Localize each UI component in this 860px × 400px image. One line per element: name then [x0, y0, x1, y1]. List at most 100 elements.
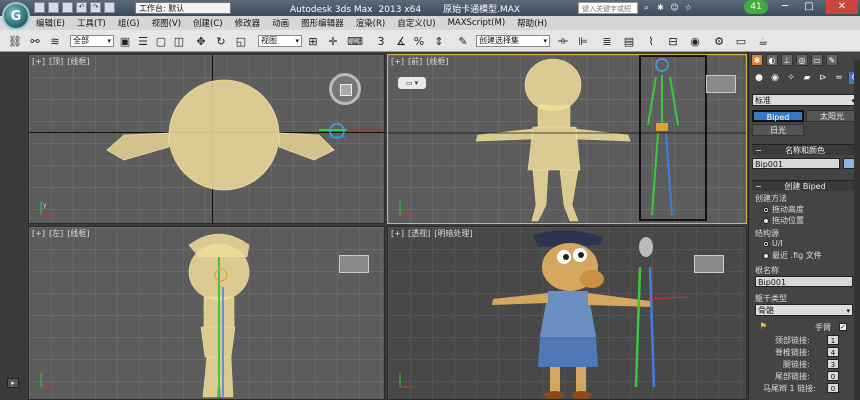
new-file-icon[interactable] — [34, 2, 45, 13]
menu-views[interactable]: 视图(V) — [152, 17, 181, 29]
menu-modifiers[interactable]: 修改器 — [235, 17, 261, 29]
spacewarps-icon[interactable]: ≈ — [833, 72, 845, 84]
body-type-select[interactable]: 骨骼 — [755, 304, 853, 317]
bind-spacewarp-icon[interactable]: ≋ — [48, 34, 62, 48]
layer-manager-icon[interactable]: ≣ — [600, 34, 614, 48]
angle-snap-icon[interactable]: ∡ — [394, 34, 408, 48]
render-production-icon[interactable]: ☕ — [756, 34, 770, 48]
drag-height-radio[interactable]: 拖动高度 — [763, 204, 804, 215]
arms-checkbox[interactable]: ✓ — [839, 323, 847, 331]
infocenter-icon[interactable]: ✱ — [656, 3, 665, 12]
close-button[interactable]: ✕ — [826, 0, 858, 14]
neck-links-input[interactable]: 1 — [827, 335, 839, 345]
character-shaded-model[interactable] — [388, 227, 747, 400]
viewport-label[interactable]: [+] [前] [线框] — [391, 56, 452, 67]
menu-animation[interactable]: 动画 — [272, 17, 289, 29]
maximize-button[interactable]: □ — [798, 0, 820, 14]
viewport-perspective[interactable]: [+] [透视] [明暗处理] — [387, 226, 747, 400]
category-select[interactable]: 标准 — [752, 94, 858, 107]
save-file-icon[interactable] — [62, 2, 73, 13]
create-tab-icon[interactable]: ✱ — [751, 54, 763, 66]
viewport-label[interactable]: [+] [顶] [线框] — [32, 56, 93, 67]
viewcube-icon[interactable] — [329, 73, 361, 105]
rendered-frame-icon[interactable]: ▭ — [734, 34, 748, 48]
viewport-top[interactable]: [+] [顶] [线框] y — [28, 54, 385, 224]
material-editor-icon[interactable]: ◉ — [688, 34, 702, 48]
tail-links-input[interactable]: 0 — [827, 371, 839, 381]
menu-customize[interactable]: 自定义(U) — [397, 17, 435, 29]
viewcube-icon[interactable] — [694, 255, 724, 273]
root-name-field[interactable]: Bip001 — [755, 276, 853, 287]
menu-help[interactable]: 帮助(H) — [517, 17, 547, 29]
cameras-icon[interactable]: ▰ — [801, 72, 813, 84]
daylight-button[interactable]: 日光 — [752, 124, 804, 136]
render-setup-icon[interactable]: ⚙ — [712, 34, 726, 48]
selection-filter-select[interactable]: 全部 — [70, 35, 114, 47]
rect-selection-icon[interactable]: ▢ — [154, 34, 168, 48]
menu-create[interactable]: 创建(C) — [193, 17, 223, 29]
viewport-label[interactable]: [+] [左] [线框] — [32, 228, 93, 239]
viewport-left[interactable]: [+] [左] [线框] — [28, 226, 385, 400]
app-logo-icon[interactable]: G — [2, 2, 30, 30]
redo-icon[interactable]: ↷ — [90, 2, 101, 13]
keyboard-shortcut-icon[interactable]: ⌨ — [347, 34, 363, 48]
viewport-label[interactable]: [+] [透视] [明暗处理] — [391, 228, 476, 239]
menu-group[interactable]: 组(G) — [118, 17, 140, 29]
spinner-snap-icon[interactable]: ⇕ — [432, 34, 446, 48]
display-tab-icon[interactable]: ▭ — [811, 54, 823, 66]
menu-graph-editors[interactable]: 图形编辑器 — [301, 17, 344, 29]
star-icon[interactable]: ☆ — [684, 3, 693, 12]
edit-named-selection-icon[interactable]: ✎ — [456, 34, 470, 48]
graphite-tools-icon[interactable]: ▤ — [622, 34, 636, 48]
search-icon[interactable]: ⌕ — [642, 3, 651, 12]
align-icon[interactable]: ⊫ — [576, 34, 590, 48]
menu-maxscript[interactable]: MAXScript(M) — [448, 18, 506, 28]
viewcube-icon[interactable] — [339, 255, 369, 273]
user-icon[interactable]: ☺ — [670, 3, 679, 12]
object-name-field[interactable]: Bip001 — [752, 158, 840, 169]
search-input[interactable]: 键入关键字或短语 — [578, 2, 638, 25]
sunlight-button[interactable]: 太阳光 — [806, 110, 858, 122]
percent-snap-icon[interactable]: % — [412, 34, 426, 48]
snap-toggle-icon[interactable]: 3 — [374, 34, 388, 48]
lights-icon[interactable]: ✧ — [785, 72, 797, 84]
mirror-icon[interactable]: ⟛ — [556, 34, 570, 48]
hierarchy-tab-icon[interactable]: ⊥ — [781, 54, 793, 66]
ui-radio[interactable]: U/I — [763, 239, 783, 248]
character-wireframe-left[interactable] — [29, 227, 385, 400]
section-create-biped[interactable]: 创建 Biped — [752, 180, 858, 192]
schematic-view-icon[interactable]: ⊟ — [666, 34, 680, 48]
expand-arrow-icon[interactable]: ▸ — [7, 378, 19, 388]
curve-editor-icon[interactable]: ⌇ — [644, 34, 658, 48]
geometry-icon[interactable]: ● — [753, 72, 765, 84]
notification-badge[interactable]: 41 — [744, 0, 768, 14]
helpers-icon[interactable]: ⊳ — [817, 72, 829, 84]
menu-tools[interactable]: 工具(T) — [77, 17, 106, 29]
named-selection-set-select[interactable]: 创建选择集 — [476, 35, 550, 47]
modify-tab-icon[interactable]: ◐ — [766, 54, 778, 66]
menu-rendering[interactable]: 渲染(R) — [356, 17, 386, 29]
viewport-front[interactable]: [+] [前] [线框] ▭ ▾ — [387, 54, 747, 224]
leg-links-input[interactable]: 3 — [827, 359, 839, 369]
link-icon[interactable]: ⛓ — [8, 34, 22, 48]
section-name-color[interactable]: 名称和颜色 — [752, 144, 858, 156]
menu-edit[interactable]: 编辑(E) — [36, 17, 65, 29]
undo-icon[interactable]: ↶ — [76, 2, 87, 13]
select-object-icon[interactable]: ▣ — [118, 34, 132, 48]
window-crossing-icon[interactable]: ◫ — [172, 34, 186, 48]
scale-icon[interactable]: ◱ — [234, 34, 248, 48]
recent-fig-radio[interactable]: 最近 .fig 文件 — [763, 250, 822, 261]
drag-position-radio[interactable]: 拖动位置 — [763, 215, 804, 226]
select-by-name-icon[interactable]: ☰ — [136, 34, 150, 48]
unlink-icon[interactable]: ⚯ — [28, 34, 42, 48]
rotate-icon[interactable]: ↻ — [214, 34, 228, 48]
viewcube-icon[interactable] — [706, 75, 736, 93]
workspace-select[interactable]: 工作台: 默认 — [135, 2, 231, 14]
reference-coordinate-select[interactable]: 视图 — [258, 35, 302, 47]
command-panel-scrollbar[interactable] — [854, 60, 860, 400]
select-manipulate-icon[interactable]: ✛ — [326, 34, 340, 48]
spine-links-input[interactable]: 4 — [827, 347, 839, 357]
biped-button[interactable]: Biped — [752, 110, 804, 122]
utilities-tab-icon[interactable]: ✎ — [826, 54, 838, 66]
motion-tab-icon[interactable]: ◎ — [796, 54, 808, 66]
